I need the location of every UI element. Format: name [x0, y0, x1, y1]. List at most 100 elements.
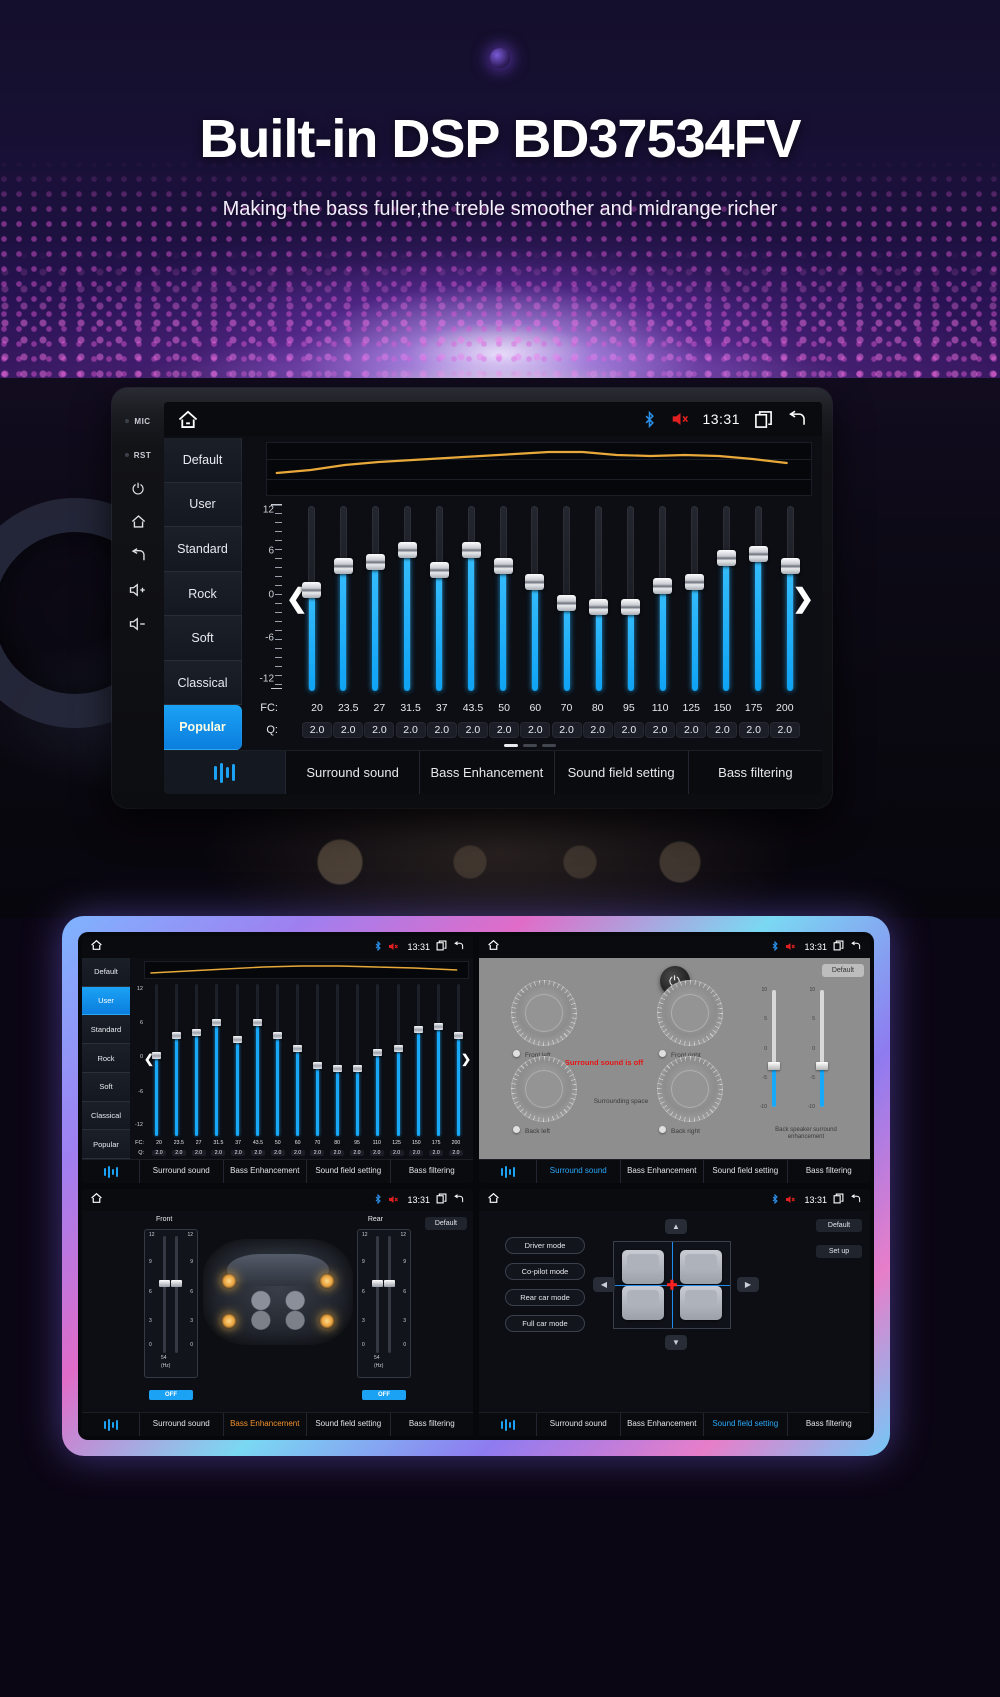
mini-tab-equalizer[interactable] — [479, 1413, 537, 1436]
q-value[interactable]: 2.0 — [520, 722, 551, 738]
mini-tab-sound-field-setting[interactable]: Sound field setting — [704, 1160, 788, 1183]
eq-slider-knob[interactable] — [302, 582, 321, 599]
eq-slider-23.5[interactable] — [333, 502, 353, 695]
mini-q-value[interactable]: 2.0 — [250, 1150, 265, 1156]
eq-slider-175[interactable] — [748, 502, 768, 695]
mini-preset-default[interactable]: Default — [82, 958, 130, 987]
home-icon[interactable] — [487, 1191, 500, 1209]
preset-popular[interactable]: Popular — [164, 705, 242, 751]
mini-q-value[interactable]: 2.0 — [448, 1150, 463, 1156]
page-indicator[interactable] — [244, 743, 816, 750]
q-value[interactable]: 2.0 — [426, 722, 457, 738]
power-button[interactable]: ⏻ — [132, 472, 144, 506]
back-right-knob[interactable] — [657, 1056, 723, 1122]
speaker-muted-icon[interactable] — [388, 1191, 399, 1209]
default-button[interactable]: Default — [424, 1217, 467, 1230]
chevron-right-icon[interactable]: ❯ — [792, 585, 814, 611]
bluetooth-icon[interactable] — [374, 938, 382, 956]
eq-slider-knob[interactable] — [365, 554, 385, 571]
back-icon[interactable] — [787, 410, 808, 428]
eq-slider-knob[interactable] — [621, 598, 641, 615]
preset-classical[interactable]: Classical — [164, 660, 242, 706]
home-icon[interactable] — [90, 938, 103, 956]
bluetooth-icon[interactable] — [642, 410, 657, 428]
mini-tab-bass-enhancement[interactable]: Bass Enhancement — [224, 1413, 307, 1436]
mini-q-value[interactable]: 2.0 — [191, 1150, 206, 1156]
seat-position-grid[interactable]: ✚ — [613, 1241, 731, 1329]
rear-bass-off-button[interactable]: OFF — [362, 1390, 406, 1400]
volume-up-button[interactable] — [129, 574, 147, 608]
mini-tab-bass-enhancement[interactable]: Bass Enhancement — [224, 1160, 307, 1183]
mini-eq-slider[interactable] — [172, 982, 182, 1138]
mini-tab-surround-sound[interactable]: Surround sound — [537, 1413, 621, 1436]
mini-tab-bass-enhancement[interactable]: Bass Enhancement — [621, 1413, 704, 1436]
mini-tab-equalizer[interactable] — [82, 1413, 140, 1436]
bluetooth-icon[interactable] — [771, 1191, 779, 1209]
bluetooth-icon[interactable] — [374, 1191, 382, 1209]
mini-q-value[interactable]: 2.0 — [310, 1150, 325, 1156]
mini-tab-bass-filtering[interactable]: Bass filtering — [788, 1160, 871, 1183]
mini-preset-list[interactable]: Default User Standard Rock Soft Classical Popu… — [82, 958, 130, 1159]
eq-slider-80[interactable] — [589, 502, 609, 695]
eq-slider-43.5[interactable] — [461, 502, 481, 695]
mini-eq-slider[interactable] — [232, 982, 242, 1138]
mini-q-value[interactable]: 2.0 — [429, 1150, 444, 1156]
recent-apps-icon[interactable] — [833, 1191, 844, 1209]
mini-preset-rock[interactable]: Rock — [82, 1044, 130, 1073]
tab-equalizer[interactable] — [164, 751, 286, 794]
mini-eq-slider[interactable] — [413, 982, 423, 1138]
recent-apps-icon[interactable] — [833, 938, 844, 956]
q-value[interactable]: 2.0 — [582, 722, 613, 738]
speaker-muted-icon[interactable] — [785, 938, 796, 956]
eq-slider-knob[interactable] — [397, 542, 417, 559]
setup-button[interactable]: Set up — [816, 1245, 862, 1258]
front-right-knob[interactable] — [657, 980, 723, 1046]
mode-full-car[interactable]: Full car mode — [505, 1315, 585, 1332]
eq-slider-knob[interactable] — [748, 546, 768, 563]
mini-preset-soft[interactable]: Soft — [82, 1072, 130, 1102]
thumbnail-surround-sound[interactable]: 13:31 Default ⏻ Front left Front right S… — [479, 936, 870, 1183]
recent-apps-icon[interactable] — [436, 1191, 447, 1209]
back-icon[interactable] — [850, 1191, 862, 1209]
chevron-right-icon[interactable]: ❯ — [461, 1052, 471, 1066]
q-value[interactable]: 2.0 — [395, 722, 426, 738]
recent-apps-icon[interactable] — [436, 938, 447, 956]
mini-q-value[interactable]: 2.0 — [330, 1150, 345, 1156]
q-value[interactable]: 2.0 — [676, 722, 707, 738]
mini-preset-classical[interactable]: Classical — [82, 1101, 130, 1131]
mini-q-value[interactable]: 2.0 — [389, 1150, 404, 1156]
q-value[interactable]: 2.0 — [457, 722, 488, 738]
mini-q-value[interactable]: 2.0 — [409, 1150, 424, 1156]
volume-down-button[interactable] — [129, 608, 147, 642]
mini-eq-slider[interactable] — [393, 982, 403, 1138]
eq-slider-27[interactable] — [365, 502, 385, 695]
tab-bass-filtering[interactable]: Bass filtering — [689, 751, 822, 794]
preset-rock[interactable]: Rock — [164, 571, 242, 617]
eq-slider-125[interactable] — [685, 502, 705, 695]
eq-slider-knob[interactable] — [653, 578, 673, 595]
mini-eq-slider[interactable] — [333, 982, 343, 1138]
mini-tab-bass-enhancement[interactable]: Bass Enhancement — [621, 1160, 704, 1183]
chevron-down-icon[interactable]: ▼ — [665, 1335, 687, 1350]
q-value[interactable]: 2.0 — [645, 722, 676, 738]
q-value[interactable]: 2.0 — [769, 722, 800, 738]
eq-slider-knob[interactable] — [716, 550, 736, 567]
rear-bass-control[interactable]: 12 12 99 66 33 00 54 (Hz) — [357, 1229, 411, 1378]
thumbnail-bass-enhancement[interactable]: 13:31 Front Rear Default 12 12 99 6 6 3 … — [82, 1189, 473, 1436]
mini-q-value[interactable]: 2.0 — [290, 1150, 305, 1156]
eq-slider-95[interactable] — [621, 502, 641, 695]
mini-eq-slider[interactable] — [433, 982, 443, 1138]
eq-slider-knob[interactable] — [333, 558, 353, 575]
page-dot-2[interactable] — [542, 744, 556, 747]
q-value[interactable]: 2.0 — [302, 722, 332, 738]
q-value[interactable]: 2.0 — [738, 722, 769, 738]
mini-q-value[interactable]: 2.0 — [171, 1150, 186, 1156]
eq-slider-knob[interactable] — [525, 574, 545, 591]
thumbnail-equalizer[interactable]: 13:31 Default User Standard Rock Soft Classic… — [82, 936, 473, 1183]
default-button[interactable]: Default — [821, 964, 864, 977]
eq-slider-knob[interactable] — [589, 598, 609, 615]
mini-preset-standard[interactable]: Standard — [82, 1015, 130, 1045]
bluetooth-icon[interactable] — [771, 938, 779, 956]
home-icon[interactable] — [176, 409, 200, 430]
eq-slider-70[interactable] — [557, 502, 577, 695]
